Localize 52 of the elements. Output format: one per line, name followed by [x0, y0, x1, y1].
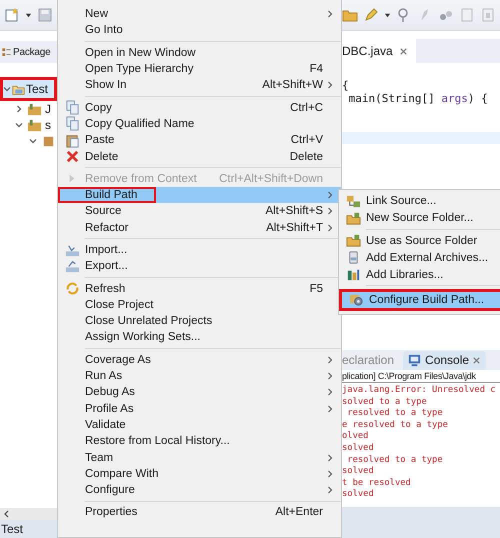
console-line: e resolved to a type [342, 420, 449, 431]
console-line: solved [342, 442, 375, 455]
menu-item[interactable]: Compare With [58, 466, 341, 482]
menu-item[interactable]: Refactor Alt+Shift+T [58, 220, 341, 236]
console-line: java.lang.Error: Unresolved c [342, 385, 497, 397]
menu-item[interactable]: Close Project [58, 296, 341, 314]
menu-item[interactable]: Delete Delete [58, 148, 341, 165]
menu-item[interactable]: Validate [58, 416, 341, 434]
menu-item[interactable]: Close Unrelated Projects [58, 313, 341, 330]
menu-item[interactable]: Copy Qualified Name [58, 116, 341, 132]
menu-item[interactable]: Use as Source Folder [339, 232, 500, 250]
status-text: Test [1, 522, 24, 536]
editor-tab[interactable]: DBC.java [342, 39, 416, 63]
menu-item[interactable]: Open in New Window [58, 44, 341, 61]
menu-item[interactable]: Properties Alt+Enter [58, 504, 341, 521]
menu-item[interactable]: Source Alt+Shift+S [58, 203, 341, 220]
menu-item[interactable]: Restore from Local History... [58, 433, 341, 450]
menu-item[interactable]: Copy Ctrl+C [58, 99, 341, 116]
console-line: resolved to a type [346, 454, 444, 466]
menu-item[interactable]: Build Path [58, 186, 341, 204]
console-line: resolved to a type [346, 408, 444, 420]
code-line: { [342, 79, 349, 92]
menu-item[interactable]: Debug As [58, 384, 341, 401]
code-line: main(String[] args) { [348, 92, 489, 105]
menu-item[interactable]: Export... [58, 258, 341, 274]
console-line: solved [342, 466, 375, 478]
console-line: t be resolved [342, 478, 412, 489]
menu-item[interactable]: Configure [58, 482, 341, 498]
menu-item[interactable]: Add Libraries... [339, 266, 500, 283]
view-tab[interactable]: Console [403, 350, 486, 370]
menu-item[interactable]: Show In Alt+Shift+W [58, 77, 341, 94]
console-line: solved [342, 489, 375, 501]
tree-item[interactable]: s [0, 117, 57, 133]
menu-item[interactable]: Configure Build Path... [339, 288, 500, 311]
menu-item[interactable]: New Source Folder... [339, 210, 500, 227]
menu-item[interactable]: Link Source... [339, 193, 500, 210]
menu-item[interactable]: Open Type Hierarchy F4 [58, 60, 341, 78]
menu-item[interactable]: Profile As [58, 400, 341, 417]
menu-item[interactable]: Add External Archives... [339, 249, 500, 266]
menu-item[interactable]: Run As [58, 368, 341, 384]
menu-item[interactable]: Go Into [58, 22, 341, 39]
tree-item[interactable]: J [0, 101, 57, 117]
tree-item[interactable]: Test [0, 77, 57, 101]
console-header: plication] C:\Program Files\Java\jdk [342, 370, 500, 383]
menu-item[interactable]: Paste Ctrl+V [58, 132, 341, 148]
console-line: olved [342, 431, 370, 443]
menu-item[interactable]: Assign Working Sets... [58, 329, 341, 346]
menu-item[interactable]: Team [58, 449, 341, 466]
menu-item[interactable]: Import... [58, 242, 341, 258]
menu-item[interactable]: Refresh F5 [58, 280, 341, 297]
menu-item[interactable]: Coverage As [58, 352, 341, 368]
console-line: solved to a type [342, 396, 428, 408]
